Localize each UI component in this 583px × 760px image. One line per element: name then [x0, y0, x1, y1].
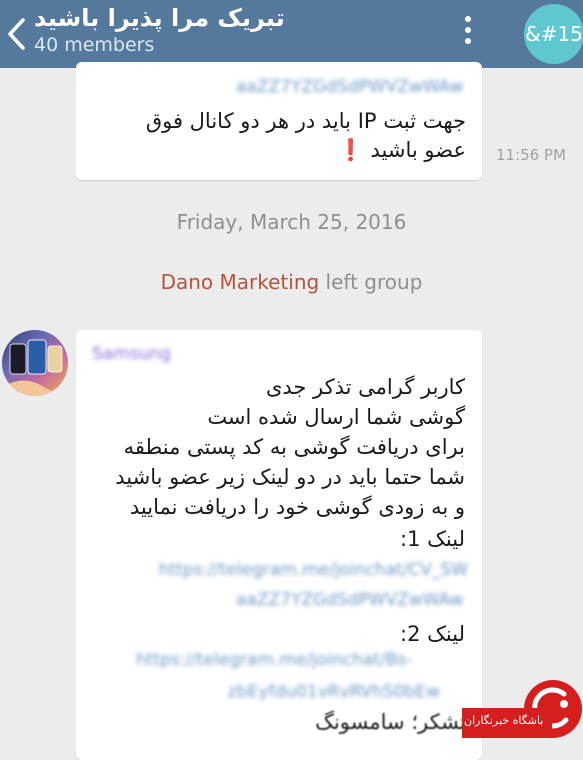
- more-options-icon[interactable]: [461, 12, 475, 56]
- member-count[interactable]: 40 members: [34, 34, 154, 56]
- message-line: جهت ثبت IP باید در هر دو کانال فوق: [145, 109, 466, 133]
- service-action: left group: [319, 270, 423, 294]
- watermark-logo: باشگاه خبرنگاران: [462, 680, 583, 742]
- sender-name[interactable]: Samsung: [92, 344, 171, 364]
- sender-avatar[interactable]: [2, 330, 68, 396]
- logo-text: باشگاه خبرنگاران: [464, 714, 544, 727]
- message-line: و به زودی گوشی خود را دریافت نمایید: [129, 495, 465, 519]
- message-line: گوشی شما ارسال شده است: [207, 405, 465, 429]
- date-separator: Friday, March 25, 2016: [176, 210, 407, 234]
- message-line: شما حتما باید در دو لینک زیر عضو باشید: [115, 465, 465, 489]
- chat-avatar[interactable]: &#15: [524, 4, 583, 64]
- service-message: Dano Marketing left group: [0, 270, 583, 294]
- service-user-link[interactable]: Dano Marketing: [161, 270, 320, 294]
- message-line: لینک 2:: [400, 622, 465, 646]
- message-line: عضو باشید ❗: [337, 138, 466, 162]
- blurred-link[interactable]: aaZZ7YZGdSdPWVZwWAw: [236, 77, 466, 97]
- blurred-link[interactable]: zbEyfdu01vRvRVhS0bEw: [228, 682, 468, 702]
- blurred-link[interactable]: https://telegram.me/joinchat/CV_SW: [98, 560, 468, 580]
- blurred-link[interactable]: https://telegram.me/joinchat/Bs-: [136, 650, 468, 670]
- chat-header: تبریک مرا پذیرا باشید 40 members &#15: [0, 0, 583, 68]
- message-line: باتشکر؛ سامسونگ: [315, 710, 478, 734]
- message-line: کاربر گرامی تذکر جدی: [265, 375, 465, 399]
- back-arrow-icon[interactable]: [4, 14, 30, 54]
- message-line: لینک 1:: [400, 527, 465, 551]
- message-line: برای دریافت گوشی به کد پستی منطقه: [123, 435, 465, 459]
- chat-title[interactable]: تبریک مرا پذیرا باشید: [34, 4, 285, 32]
- message-bubble[interactable]: aaZZ7YZGdSdPWVZwWAw جهت ثبت IP باید در ه…: [76, 62, 482, 180]
- blurred-link[interactable]: aaZZ7YZGdSdPWVZwWAw: [236, 590, 468, 610]
- message-time: 11:56 PM: [496, 146, 566, 164]
